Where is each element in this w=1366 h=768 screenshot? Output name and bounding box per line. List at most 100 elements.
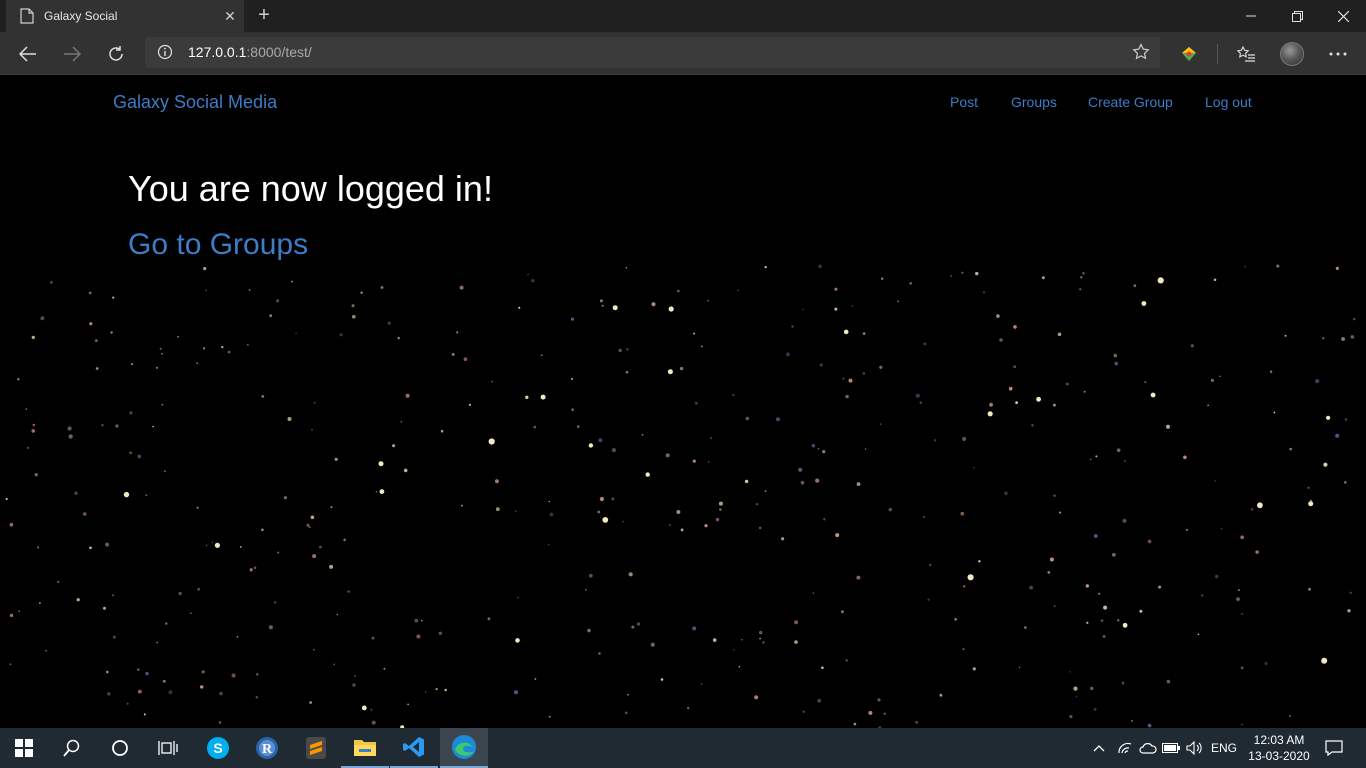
star-dot	[704, 524, 708, 528]
star-dot	[177, 335, 180, 338]
minimize-icon[interactable]	[1228, 0, 1274, 32]
skype-icon[interactable]: S	[194, 728, 242, 768]
star-dot	[9, 613, 14, 618]
star-dot	[361, 705, 367, 711]
go-to-groups-link[interactable]: Go to Groups	[128, 228, 308, 262]
nav-post-link[interactable]: Post	[950, 94, 978, 110]
star-dot	[856, 575, 861, 580]
star-dot	[687, 707, 690, 710]
star-dot	[68, 434, 73, 439]
tab-close-icon[interactable]: ✕	[216, 8, 244, 25]
star-dot	[754, 695, 759, 700]
star-dot	[1093, 707, 1097, 711]
favorite-star-icon[interactable]	[1132, 43, 1150, 61]
star-dot	[131, 363, 133, 365]
forward-icon[interactable]	[56, 38, 88, 70]
profile-avatar[interactable]	[1276, 38, 1308, 70]
star-dot	[1013, 365, 1017, 369]
star-dot	[32, 423, 35, 427]
star-dot	[835, 533, 840, 538]
r-app-icon[interactable]: R	[243, 728, 291, 768]
star-dot	[732, 393, 735, 396]
start-icon[interactable]	[0, 728, 48, 768]
star-dot	[1031, 424, 1034, 427]
star-dot	[25, 408, 28, 410]
star-dot	[424, 691, 427, 693]
star-dot	[203, 267, 207, 271]
extension-icon[interactable]	[1173, 38, 1205, 70]
address-bar[interactable]: 127.0.0.1:8000/test/	[145, 37, 1160, 68]
star-dot	[277, 551, 280, 554]
clock-date: 13-03-2020	[1248, 749, 1310, 763]
star-dot	[599, 299, 603, 303]
star-dot	[939, 693, 943, 697]
star-dot	[247, 344, 249, 346]
clock[interactable]: 12:03 AM 13-03-2020	[1240, 732, 1318, 764]
star-dot	[1269, 370, 1273, 373]
star-dot	[732, 648, 735, 651]
star-dot	[862, 372, 866, 375]
nav-logout-link[interactable]: Log out	[1205, 94, 1252, 110]
more-options-icon[interactable]	[1322, 38, 1354, 70]
edge-browser-icon[interactable]	[440, 728, 488, 768]
star-dot	[631, 625, 635, 629]
star-dot	[628, 572, 633, 577]
browser-tab[interactable]: Galaxy Social ✕	[6, 0, 244, 32]
star-dot	[94, 339, 98, 343]
task-view-icon[interactable]	[144, 728, 192, 768]
vscode-icon[interactable]	[390, 728, 438, 768]
brand-link[interactable]: Galaxy Social Media	[113, 92, 277, 113]
star-dot	[1344, 481, 1347, 484]
sublime-text-icon[interactable]	[292, 728, 340, 768]
show-hidden-icons[interactable]	[1088, 728, 1110, 768]
star-dot	[333, 663, 336, 666]
back-icon[interactable]	[12, 38, 44, 70]
star-dot	[330, 506, 333, 509]
star-dot	[17, 378, 20, 381]
star-dot	[405, 393, 410, 398]
star-dot	[152, 425, 154, 428]
close-window-icon[interactable]	[1320, 0, 1366, 32]
nav-groups-link[interactable]: Groups	[1011, 94, 1057, 110]
file-explorer-icon[interactable]	[341, 728, 389, 768]
star-dot	[380, 286, 384, 289]
star-dot	[239, 546, 242, 548]
nav-create-group-link[interactable]: Create Group	[1088, 94, 1173, 110]
notification-center-icon[interactable]	[1318, 728, 1350, 768]
star-dot	[741, 638, 743, 641]
volume-icon[interactable]	[1183, 728, 1207, 768]
search-icon[interactable]	[48, 728, 96, 768]
star-dot	[811, 444, 816, 448]
star-dot	[31, 429, 35, 433]
star-dot	[983, 291, 985, 294]
star-dot	[597, 510, 601, 514]
star-dot	[1059, 511, 1062, 514]
star-dot	[1344, 418, 1348, 421]
onedrive-icon[interactable]	[1137, 728, 1159, 768]
star-dot	[601, 304, 604, 307]
star-dot	[627, 694, 629, 696]
star-dot	[435, 688, 438, 691]
star-dot	[444, 688, 448, 692]
refresh-icon[interactable]	[100, 38, 132, 70]
star-dot	[1335, 433, 1340, 438]
network-icon[interactable]	[1113, 728, 1137, 768]
restore-icon[interactable]	[1274, 0, 1320, 32]
info-icon[interactable]	[157, 44, 173, 60]
star-dot	[168, 690, 173, 695]
star-dot	[440, 429, 444, 433]
star-dot	[1013, 325, 1017, 329]
star-dot	[527, 274, 529, 276]
new-tab-icon[interactable]: +	[252, 3, 276, 29]
language-indicator[interactable]: ENG	[1208, 728, 1240, 768]
star-dot	[588, 443, 594, 448]
star-dot	[211, 541, 214, 544]
favorites-icon[interactable]	[1230, 38, 1262, 70]
star-dot	[161, 353, 163, 355]
star-dot	[143, 713, 146, 716]
cortana-icon[interactable]	[96, 728, 144, 768]
battery-icon[interactable]	[1159, 728, 1183, 768]
star-dot	[518, 306, 521, 309]
star-dot	[414, 618, 419, 623]
star-dot	[438, 631, 443, 635]
